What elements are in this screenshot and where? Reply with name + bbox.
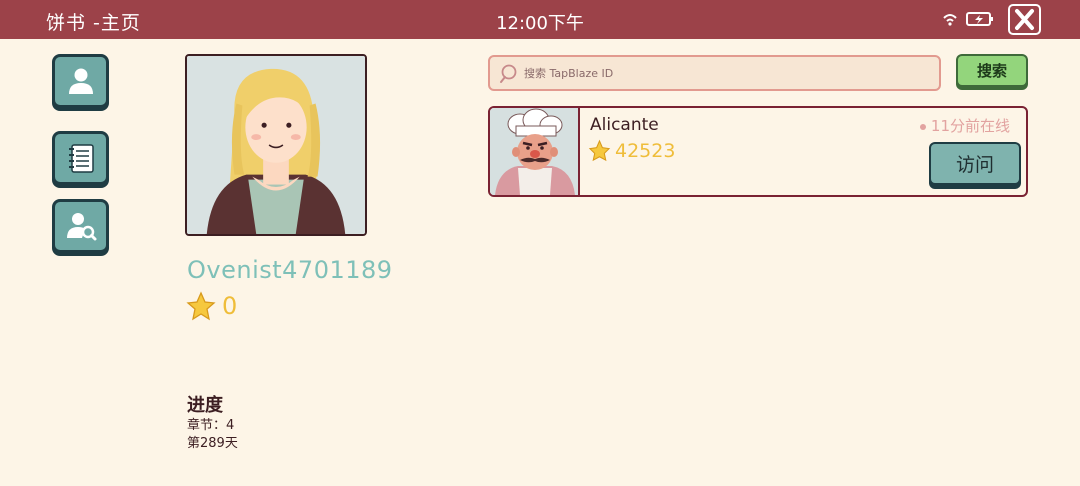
sidebar-item-profile[interactable] (52, 54, 109, 111)
friend-card[interactable]: Alicante 42523 11分前在线 访问 (488, 106, 1028, 197)
search-button[interactable]: 搜索 (956, 54, 1028, 90)
star-icon (588, 139, 611, 162)
person-search-icon (66, 213, 96, 241)
progress-day: 第289天 (187, 436, 238, 451)
search-icon (500, 64, 517, 83)
online-status-label: 11分前在线 (930, 117, 1010, 135)
visit-button-label: 访问 (931, 144, 1019, 183)
star-icon (186, 291, 216, 321)
progress-chapter: 章节：4 (187, 418, 235, 433)
search-box (488, 55, 941, 91)
search-input[interactable] (524, 62, 924, 84)
close-icon (1015, 9, 1034, 30)
profile-star-count: 0 (222, 292, 238, 320)
profile-avatar (185, 54, 367, 236)
friend-avatar (490, 108, 580, 195)
wifi-icon (943, 14, 957, 26)
notebook-icon (68, 144, 94, 173)
top-bar: 饼书 -主页 12:00下午 (0, 0, 1080, 39)
profile-username: Ovenist4701189 (187, 256, 393, 284)
profile-stars: 0 (186, 291, 237, 321)
battery-charging-icon (966, 12, 993, 26)
search-button-label: 搜索 (958, 56, 1026, 85)
clock: 12:00下午 (496, 13, 584, 34)
close-button[interactable] (1008, 4, 1041, 35)
status-dot-icon (919, 123, 926, 130)
person-icon (68, 68, 93, 94)
friend-stars: 42523 (588, 139, 675, 162)
online-status: 11分前在线 (919, 115, 1010, 136)
friend-star-count: 42523 (615, 139, 676, 162)
visit-button[interactable]: 访问 (929, 142, 1021, 189)
avatar-portrait (187, 56, 365, 234)
sidebar-item-find-friend[interactable] (52, 199, 109, 256)
sidebar-item-notebook[interactable] (52, 131, 109, 188)
friend-name: Alicante (590, 115, 659, 135)
chef-portrait (490, 108, 578, 195)
